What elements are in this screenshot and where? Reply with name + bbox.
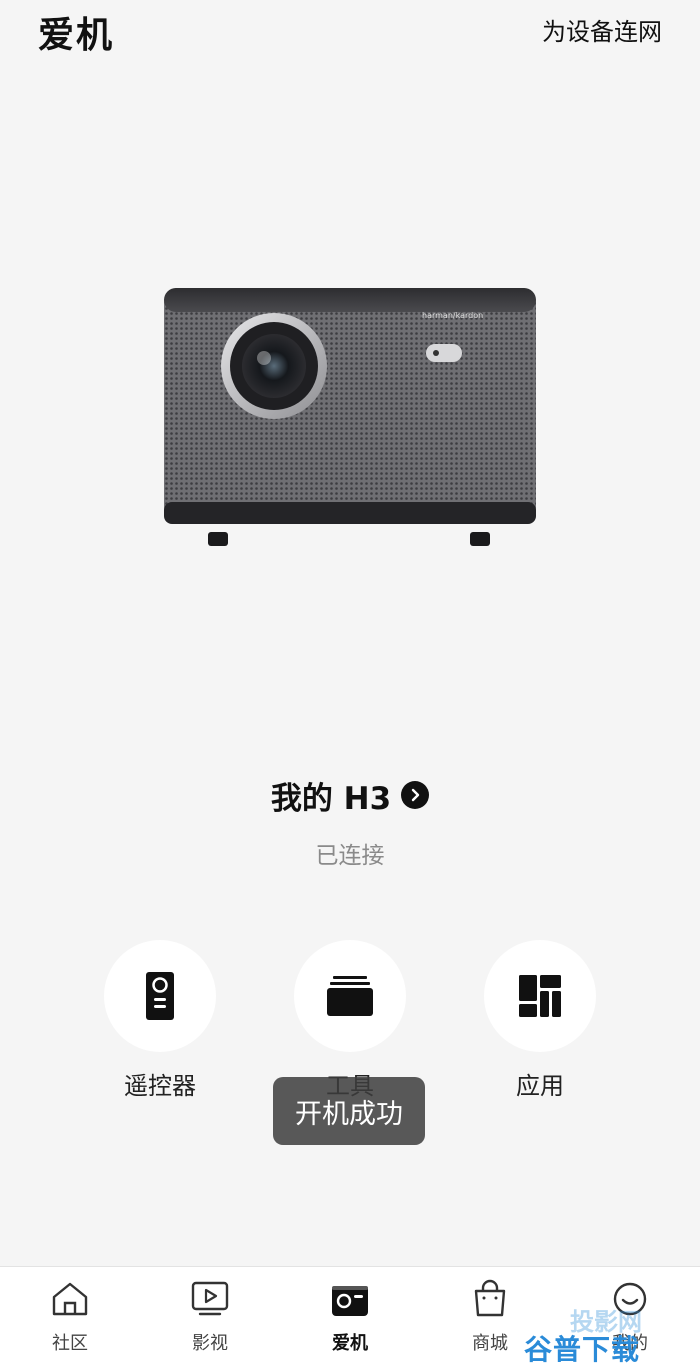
watermark-text: 谷普下载 xyxy=(524,1333,641,1366)
projector-image: harman/kardon xyxy=(164,288,536,546)
tab-device[interactable]: 爱机 xyxy=(310,1275,390,1355)
header: 爱机 为设备连网 xyxy=(0,0,700,60)
device-name-row[interactable]: 我的 H3 xyxy=(0,772,700,818)
remote-control-label: 遥控器 xyxy=(124,1072,196,1100)
connect-network-link[interactable]: 为设备连网 xyxy=(542,12,662,47)
tools-icon xyxy=(327,976,373,1016)
page-title: 爱机 xyxy=(38,15,115,56)
connection-status: 已连接 xyxy=(315,843,385,869)
tab-label-device: 爱机 xyxy=(332,1333,368,1354)
chevron-right-icon[interactable] xyxy=(401,781,430,809)
device-name: 我的 H3 xyxy=(270,780,392,817)
tab-video[interactable]: 影视 xyxy=(170,1275,250,1355)
remote-control-icon xyxy=(146,972,174,1020)
apps-button[interactable]: 应用 xyxy=(484,940,596,1101)
tab-community[interactable]: 社区 xyxy=(30,1275,110,1355)
remote-control-button[interactable]: 遥控器 xyxy=(104,940,216,1101)
apps-label: 应用 xyxy=(516,1072,564,1100)
tab-label-mall: 商城 xyxy=(472,1333,508,1354)
toast-message: 开机成功 xyxy=(273,1077,425,1145)
brand-logo-text: harman/kardon xyxy=(422,311,483,320)
watermark: 投影网 谷普下载 xyxy=(524,1300,694,1366)
tab-mall[interactable]: 商城 xyxy=(450,1275,530,1355)
apps-grid-icon xyxy=(519,975,561,1017)
tools-icon-circle[interactable] xyxy=(294,940,406,1052)
video-play-icon xyxy=(191,1281,229,1316)
shopping-bag-icon xyxy=(474,1279,506,1317)
projector-icon xyxy=(332,1286,368,1316)
home-icon xyxy=(52,1282,88,1316)
tab-label-video: 影视 xyxy=(192,1333,228,1354)
apps-icon-circle[interactable] xyxy=(484,940,596,1052)
remote-control-icon-circle[interactable] xyxy=(104,940,216,1052)
tab-label-community: 社区 xyxy=(52,1333,88,1354)
